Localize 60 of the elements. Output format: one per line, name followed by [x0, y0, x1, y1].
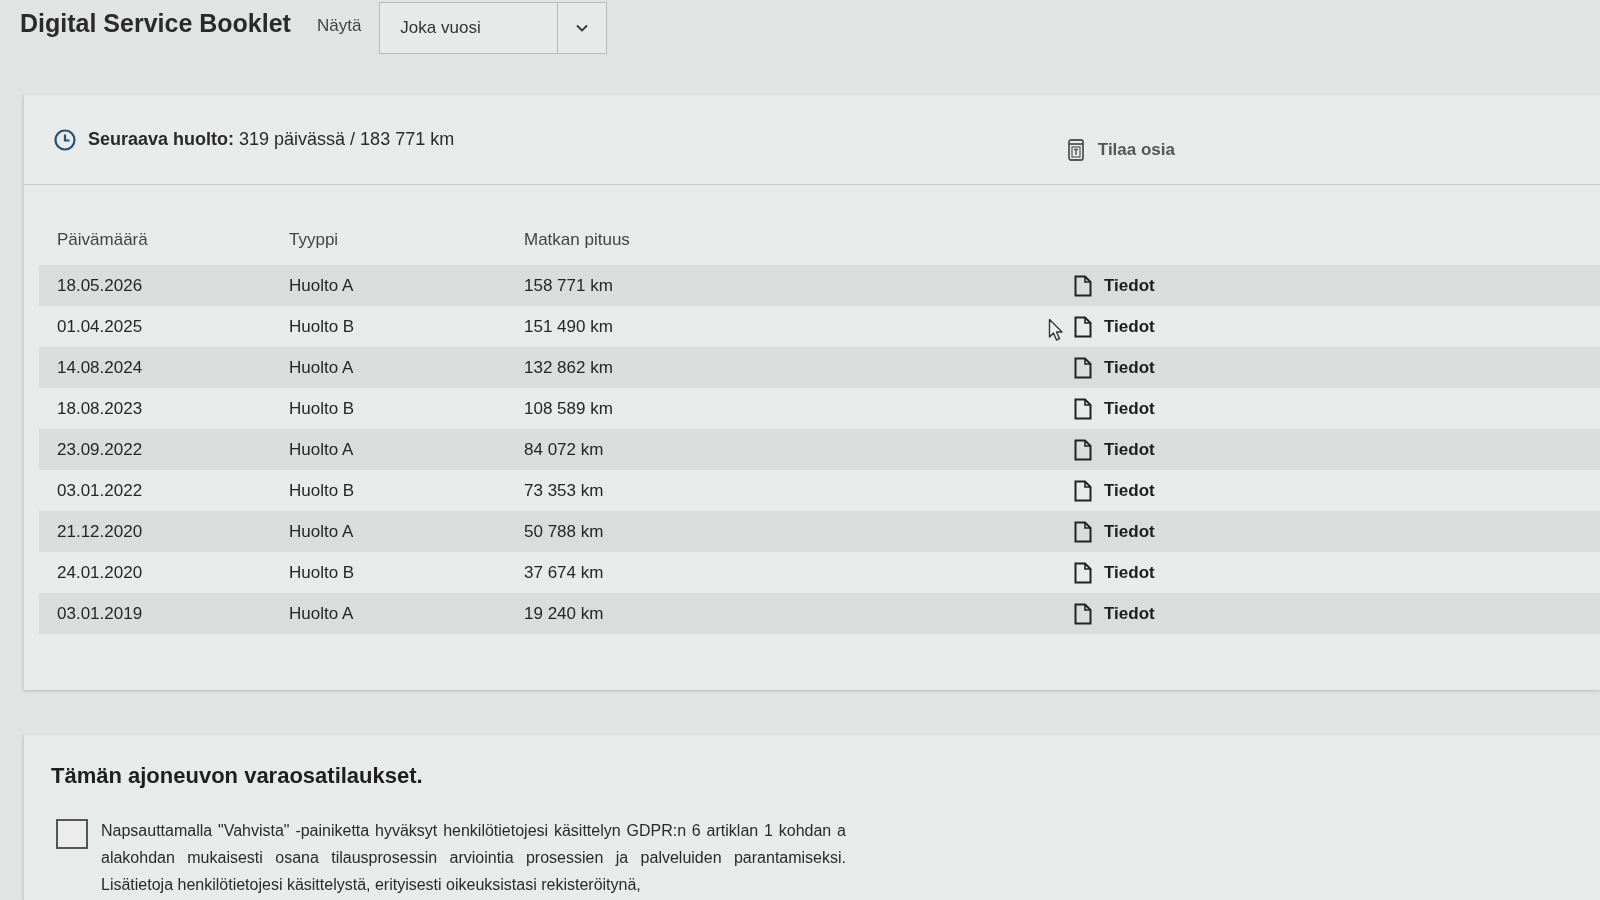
table-cell-text: Huolto B [288, 398, 355, 419]
details-link[interactable]: Tiedot [1074, 520, 1155, 543]
filter-label: Näytä [316, 15, 362, 37]
table-cell-text: 108 589 km [523, 398, 613, 419]
table-cell-text: 14.08.2024 [56, 357, 143, 378]
table-cell-text: Huolto A [288, 275, 354, 296]
period-dropdown[interactable]: Joka vuosi [379, 2, 608, 54]
table-cell-text: 50 788 km [523, 521, 604, 542]
document-icon [1074, 602, 1092, 625]
document-icon [1074, 438, 1092, 461]
table-cell-text: Huolto A [288, 521, 354, 542]
column-header: Päivämäärä [56, 230, 148, 250]
page-title: Digital Service Booklet [20, 8, 291, 38]
details-link[interactable]: Tiedot [1074, 479, 1155, 502]
table-cell-text: 158 771 km [523, 275, 613, 296]
table-cell-text: Huolto B [288, 316, 355, 337]
document-icon [1074, 315, 1092, 338]
section-heading: Tämän ajoneuvon varaosatilaukset. [51, 762, 424, 790]
column-header: Tyyppi [288, 230, 339, 250]
document-icon [1074, 274, 1092, 297]
column-header: Matkan pituus [523, 230, 630, 250]
details-link[interactable]: Tiedot [1074, 438, 1155, 461]
consent-text: Napsauttamalla "Vahvista" -painiketta hyväksyt henkilötietojesi käsittelyn GDPR:n 6 artiklan 1 kohdan a alakohdan mukaisesti osana tilausprosessin arviointia prosessien ja palveluiden parantamiseksi. Lisätietoja henkilötietojesi käsittelystä, erityisesti oikeuksistasi rekisteröitynä, [101, 821, 846, 895]
document-icon [1074, 520, 1092, 543]
details-link[interactable]: Tiedot [1074, 356, 1155, 379]
document-icon [1074, 479, 1092, 502]
table-cell-text: Huolto A [288, 357, 354, 378]
table-cell-text: 18.08.2023 [56, 398, 143, 419]
chevron-down-icon [576, 24, 589, 32]
table-cell-text: Huolto B [288, 562, 355, 583]
table-cell-text: Huolto A [288, 439, 354, 460]
table-cell-text: Huolto A [288, 603, 354, 624]
table-cell-text: Huolto B [288, 480, 355, 501]
details-link[interactable]: Tiedot [1074, 561, 1155, 584]
table-cell-text: 73 353 km [523, 480, 604, 501]
table-cell-text: 21.12.2020 [56, 521, 143, 542]
details-link[interactable]: Tiedot [1074, 602, 1155, 625]
table-cell-text: 84 072 km [523, 439, 604, 460]
table-cell-text: 24.01.2020 [56, 562, 143, 583]
details-link[interactable]: Tiedot [1074, 274, 1155, 297]
table-cell-text: 03.01.2019 [56, 603, 143, 624]
clock-icon [54, 128, 76, 151]
table-cell-text: 18.05.2026 [56, 275, 143, 296]
table-cell-text: 37 674 km [523, 562, 604, 583]
details-link[interactable]: Tiedot [1074, 397, 1155, 420]
table-cell-text: 01.04.2025 [56, 316, 143, 337]
table-cell-text: 132 862 km [523, 357, 613, 378]
document-icon [1074, 356, 1092, 379]
table-cell-text: 151 490 km [523, 316, 613, 337]
canister-icon [1067, 138, 1084, 161]
document-icon [1074, 397, 1092, 420]
next-service-text: Seuraava huolto: 319 päivässä / 183 771 km [88, 129, 455, 150]
table-cell-text: 23.09.2022 [56, 439, 143, 460]
document-icon [1074, 561, 1092, 584]
consent-checkbox[interactable] [56, 819, 88, 849]
mouse-pointer-icon [1048, 318, 1064, 342]
table-cell-text: 19 240 km [523, 603, 604, 624]
order-parts-link[interactable]: Tilaa osia [1067, 138, 1175, 161]
details-link[interactable]: Tiedot [1074, 315, 1155, 338]
table-cell-text: 03.01.2022 [56, 480, 143, 501]
